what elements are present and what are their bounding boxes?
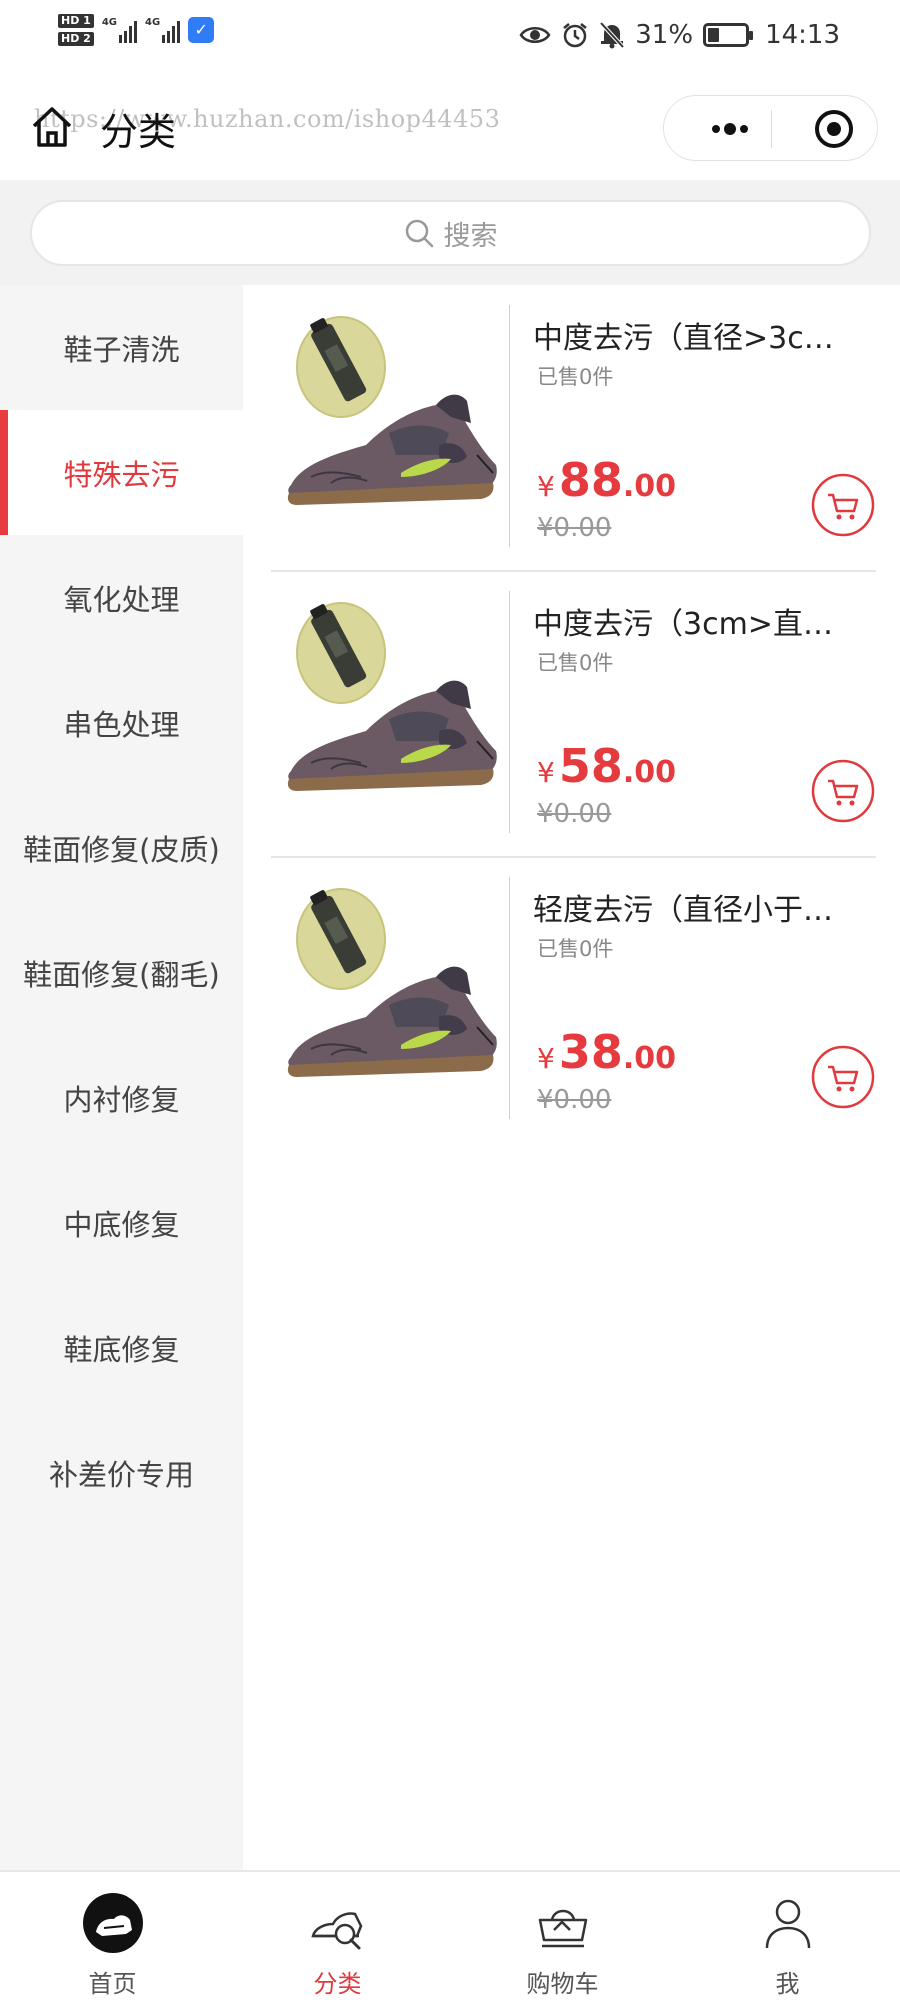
user-icon: [765, 1899, 811, 1949]
status-bar: HD 1 HD 2 4G 4G ✓ 31% 14:13: [0, 0, 900, 75]
tab-label: 我: [775, 1970, 800, 1998]
status-bar-right: 31% 14:13: [519, 20, 840, 50]
sidebar-item-shoe-cleaning[interactable]: 鞋子清洗: [0, 285, 243, 410]
sidebar-item-label: 串色处理: [63, 707, 180, 742]
home-icon: [83, 1893, 143, 1953]
sidebar-item-outsole-repair[interactable]: 鞋底修复: [0, 1285, 243, 1410]
more-dots-icon: [712, 123, 748, 135]
battery-percent: 31%: [635, 20, 694, 50]
product-image[interactable]: [271, 591, 511, 831]
search-area: 搜索: [0, 180, 900, 285]
product-name: 轻度去污（直径小于…: [533, 893, 833, 928]
sidebar-item-label: 中底修复: [63, 1207, 180, 1242]
sidebar-item-label: 鞋子清洗: [63, 332, 180, 367]
original-price: ¥0.00: [537, 513, 612, 543]
nav-bar: https://www.huzhan.com/ishop44453 分类: [0, 75, 900, 180]
tab-me[interactable]: 我: [675, 1872, 900, 2002]
sold-count: 已售0件: [537, 365, 614, 389]
price-decimal: .00: [622, 755, 676, 790]
price-integer: 38: [558, 1025, 623, 1079]
product-image[interactable]: [271, 305, 511, 545]
product-price: ¥ 88 .00: [537, 453, 676, 507]
signal2-icon: 4G: [145, 17, 181, 43]
tab-home[interactable]: 首页: [0, 1872, 225, 2002]
price-currency: ¥: [537, 470, 555, 503]
page-title: 分类: [100, 110, 177, 154]
sidebar-item-upper-repair-leather[interactable]: 鞋面修复(皮质): [0, 785, 243, 910]
product-name: 中度去污（3cm>直…: [533, 607, 833, 642]
tab-cart[interactable]: 购物车: [450, 1872, 675, 2002]
eye-icon: [519, 27, 551, 43]
sidebar-item-label: 鞋底修复: [63, 1332, 180, 1367]
card-divider: [509, 591, 510, 833]
tab-label: 分类: [313, 1970, 362, 1998]
price-decimal: .00: [622, 1041, 676, 1076]
product-price: ¥ 58 .00: [537, 739, 676, 793]
close-mini-program-button[interactable]: [789, 96, 879, 162]
sold-count: 已售0件: [537, 651, 614, 675]
card-divider: [509, 877, 510, 1119]
capsule-divider: [771, 110, 772, 148]
add-to-cart-icon[interactable]: [811, 473, 875, 537]
home-button[interactable]: [30, 105, 74, 149]
home-outline-icon: [32, 107, 72, 147]
sidebar-item-upper-repair-suede[interactable]: 鞋面修复(翻毛): [0, 910, 243, 1035]
tab-category[interactable]: 分类: [225, 1872, 450, 2002]
sidebar-item-label: 补差价专用: [48, 1457, 194, 1492]
add-to-cart-icon[interactable]: [811, 759, 875, 823]
sidebar-item-price-difference[interactable]: 补差价专用: [0, 1410, 243, 1535]
search-placeholder: 搜索: [443, 220, 498, 252]
product-price: ¥ 38 .00: [537, 1025, 676, 1079]
sidebar-item-label: 氧化处理: [63, 582, 180, 617]
signal1-icon: 4G: [102, 17, 137, 43]
cart-icon: [538, 1909, 588, 1948]
net2-label: 4G: [145, 17, 161, 28]
sidebar-item-color-bleed[interactable]: 串色处理: [0, 660, 243, 785]
price-integer: 58: [558, 739, 623, 793]
sidebar-item-label: 鞋面修复(翻毛): [23, 957, 220, 992]
original-price: ¥0.00: [537, 1085, 612, 1115]
product-card[interactable]: 中度去污（直径>3c… 已售0件 ¥ 88 .00 ¥0.00: [271, 285, 876, 572]
add-to-cart-icon[interactable]: [811, 1045, 875, 1109]
more-button[interactable]: [694, 96, 764, 162]
bottom-tab-bar: 首页 分类 购物车 我: [0, 1870, 900, 2000]
price-decimal: .00: [622, 469, 676, 504]
sidebar-item-special-stain-removal[interactable]: 特殊去污: [0, 410, 243, 535]
sidebar-item-oxidation[interactable]: 氧化处理: [0, 535, 243, 660]
product-name: 中度去污（直径>3c…: [533, 321, 834, 356]
category-icon: [311, 1912, 363, 1950]
price-integer: 88: [558, 453, 623, 507]
status-bar-left: HD 1 HD 2 4G 4G ✓: [58, 14, 215, 46]
sidebar-item-label: 特殊去污: [63, 457, 180, 492]
search-icon: [405, 219, 433, 248]
category-sidebar: 鞋子清洗 特殊去污 氧化处理 串色处理 鞋面修复(皮质) 鞋面修复(翻毛) 内衬…: [0, 285, 243, 1870]
hd-indicators: HD 1 HD 2: [58, 14, 94, 46]
original-price: ¥0.00: [537, 799, 612, 829]
sidebar-item-lining-repair[interactable]: 内衬修复: [0, 1035, 243, 1160]
product-card[interactable]: 轻度去污（直径小于… 已售0件 ¥ 38 .00 ¥0.00: [271, 857, 876, 1143]
card-divider: [509, 305, 510, 547]
clock: 14:13: [765, 20, 840, 50]
sidebar-item-midsole-repair[interactable]: 中底修复: [0, 1160, 243, 1285]
hd2-badge: HD 2: [58, 32, 94, 46]
search-input[interactable]: 搜索: [30, 200, 871, 266]
product-card[interactable]: 中度去污（3cm>直… 已售0件 ¥ 58 .00 ¥0.00: [271, 571, 876, 858]
sidebar-item-label: 内衬修复: [63, 1082, 180, 1117]
tab-label: 购物车: [526, 1970, 599, 1998]
notification-app-icon: ✓: [188, 17, 215, 43]
sidebar-item-label: 鞋面修复(皮质): [23, 832, 220, 867]
price-currency: ¥: [537, 756, 555, 789]
battery-icon: [703, 23, 754, 47]
sold-count: 已售0件: [537, 937, 614, 961]
hd1-badge: HD 1: [58, 14, 94, 28]
mute-bell-icon: [599, 21, 625, 49]
net1-label: 4G: [101, 17, 117, 28]
alarm-icon: [563, 23, 588, 48]
tab-label: 首页: [88, 1970, 137, 1998]
product-image[interactable]: [271, 877, 511, 1117]
product-list: 中度去污（直径>3c… 已售0件 ¥ 88 .00 ¥0.00 中度去污（3cm…: [243, 285, 900, 1870]
target-close-icon: [815, 110, 853, 148]
mini-program-capsule: [663, 95, 878, 161]
price-currency: ¥: [537, 1042, 555, 1075]
